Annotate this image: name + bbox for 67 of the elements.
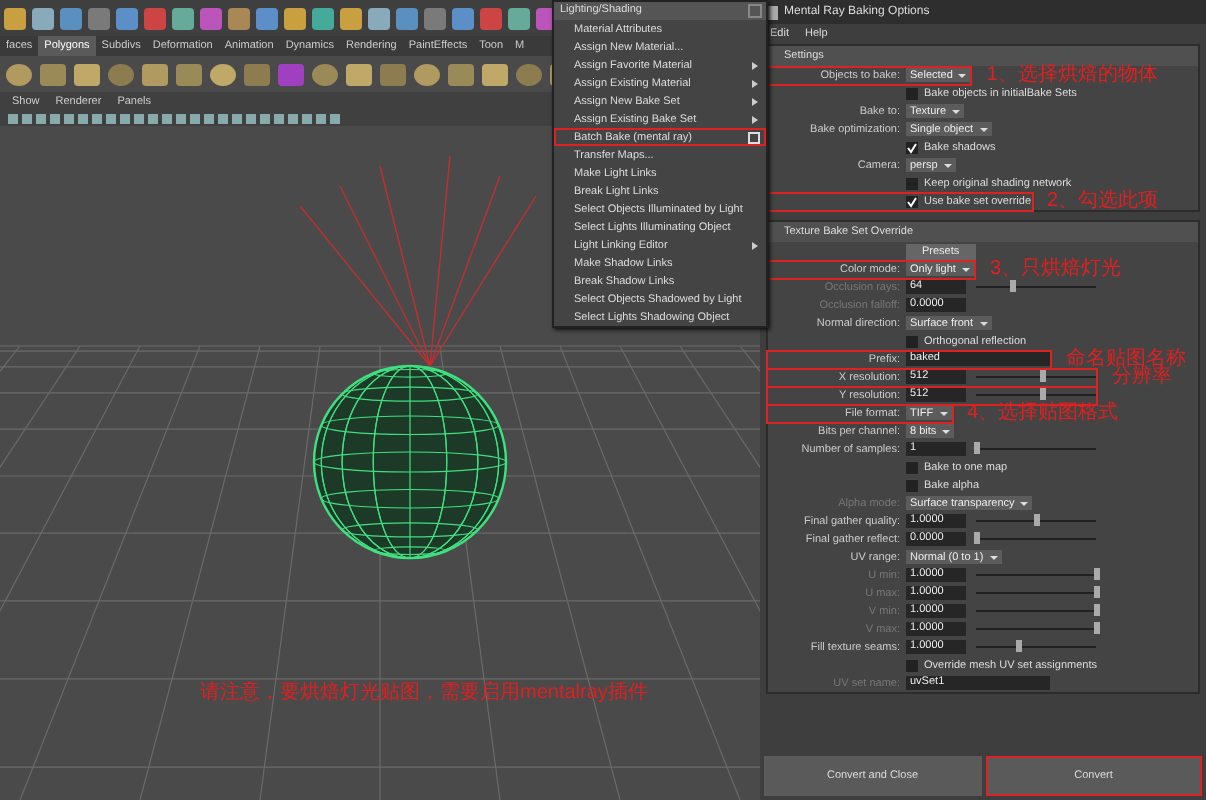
tool-icon[interactable] xyxy=(396,7,418,29)
shelf-icon[interactable] xyxy=(142,63,168,85)
annotation-text: 3、只烘焙灯光 xyxy=(989,260,1121,278)
annotation-text: 请注意，要烘焙灯光贴图，需要启用mentalray插件 xyxy=(200,679,648,706)
caret-icon xyxy=(942,429,951,433)
tool-icon[interactable] xyxy=(340,7,362,29)
tool-icon[interactable] xyxy=(256,7,278,29)
annotation-text: 分辨率 xyxy=(1112,368,1172,386)
shelf-icon[interactable] xyxy=(40,63,66,85)
option-box-icon[interactable] xyxy=(748,131,760,143)
tool-icon[interactable] xyxy=(116,7,138,29)
caret-icon xyxy=(979,321,987,325)
tool-icon[interactable] xyxy=(32,7,54,29)
annotation-text: 命名贴图名称 xyxy=(1066,350,1186,368)
caret-icon xyxy=(1020,501,1029,505)
shelf-icon[interactable] xyxy=(244,63,270,85)
tool-icon[interactable] xyxy=(4,7,26,29)
shelf-icon[interactable] xyxy=(210,63,236,85)
caret-icon xyxy=(979,127,987,131)
slider-thumb[interactable] xyxy=(1040,388,1046,400)
tool-icon[interactable] xyxy=(60,7,82,29)
tool-icon[interactable] xyxy=(312,7,334,29)
slider-thumb[interactable] xyxy=(1040,370,1046,382)
tool-icon[interactable] xyxy=(508,7,530,29)
shelf-icon[interactable] xyxy=(380,63,406,85)
tool-icon[interactable] xyxy=(452,7,474,29)
caret-icon xyxy=(939,411,948,415)
shelf-icon[interactable] xyxy=(74,63,100,85)
shelf-icon[interactable] xyxy=(448,63,474,85)
checkbox[interactable] xyxy=(906,659,918,671)
checkbox[interactable] xyxy=(906,87,918,99)
shelf-icon[interactable] xyxy=(6,63,32,85)
tool-icon[interactable] xyxy=(424,7,446,29)
caret-icon xyxy=(958,73,967,77)
tool-icon[interactable] xyxy=(480,7,502,29)
checkbox[interactable] xyxy=(906,335,918,347)
shelf-icon[interactable] xyxy=(516,63,542,85)
tool-icon[interactable] xyxy=(228,7,250,29)
shelf-icon[interactable] xyxy=(482,63,508,85)
shelf-icon[interactable] xyxy=(346,63,372,85)
slider-thumb[interactable] xyxy=(974,442,980,454)
shelf-icon[interactable] xyxy=(414,63,440,85)
caret-icon xyxy=(961,267,970,271)
annotation-text: 1、选择烘焙的物体 xyxy=(986,66,1158,84)
shelf-icon[interactable] xyxy=(108,63,134,85)
shelf-icon[interactable] xyxy=(278,63,304,85)
tool-icon[interactable] xyxy=(172,7,194,29)
shelf-icon[interactable] xyxy=(312,63,338,85)
caret-icon xyxy=(943,163,952,167)
tool-icon[interactable] xyxy=(368,7,390,29)
checkbox[interactable] xyxy=(906,195,918,207)
caret-icon xyxy=(952,109,961,113)
checkbox[interactable] xyxy=(906,461,918,473)
annotation-text: 2、勾选此项 xyxy=(1047,192,1159,210)
caret-icon xyxy=(989,555,998,559)
tool-icon[interactable] xyxy=(144,7,166,29)
tool-icon[interactable] xyxy=(200,7,222,29)
close-icon[interactable] xyxy=(748,4,762,18)
slider-thumb[interactable] xyxy=(1034,514,1040,526)
tool-icon[interactable] xyxy=(284,7,306,29)
checkbox[interactable] xyxy=(906,479,918,491)
checkbox[interactable] xyxy=(906,141,918,153)
tool-icon[interactable] xyxy=(88,7,110,29)
checkbox[interactable] xyxy=(906,177,918,189)
slider-thumb[interactable] xyxy=(974,532,980,544)
shelf-icon[interactable] xyxy=(176,63,202,85)
slider-thumb[interactable] xyxy=(1016,640,1022,652)
